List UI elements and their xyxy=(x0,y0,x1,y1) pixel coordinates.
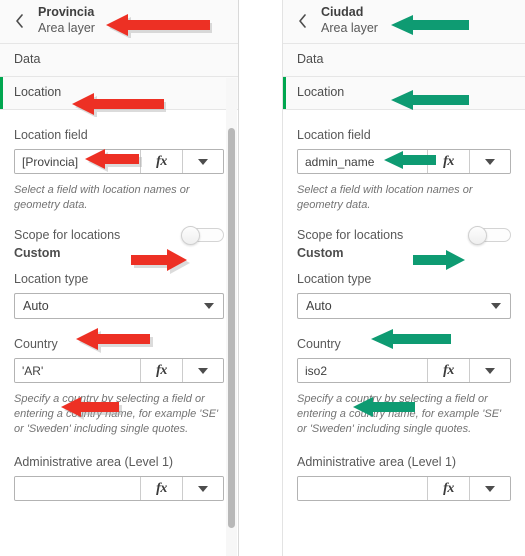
location-field-help-text: Select a field with location names or ge… xyxy=(14,184,190,211)
country-expression-button[interactable]: fx xyxy=(141,359,182,382)
chevron-down-icon xyxy=(198,158,208,165)
country-help-text: Specify a country by selecting a field o… xyxy=(297,393,502,435)
admin-area-expression-button[interactable]: fx xyxy=(141,477,182,500)
country-dropdown-button[interactable] xyxy=(470,359,510,382)
toggle-knob[interactable] xyxy=(468,226,487,245)
admin-area-control: fx xyxy=(14,476,224,501)
location-type-select[interactable]: Auto xyxy=(297,293,511,319)
admin-area-property: Administrative area (Level 1) fx xyxy=(297,437,511,501)
header-titles: Provincia Area layer xyxy=(38,4,95,37)
properties-panel-provincia: Provincia Area layer Data Location Locat… xyxy=(0,0,239,556)
country-input[interactable] xyxy=(15,359,140,382)
scrollbar-thumb[interactable] xyxy=(228,128,235,528)
location-type-property: Location type Auto xyxy=(297,254,511,319)
scope-for-locations-property: Scope for locations Custom xyxy=(297,213,511,260)
location-type-value: Auto xyxy=(23,299,49,313)
location-field-property: Location field fx Select a field with lo… xyxy=(14,110,224,213)
page-subtitle: Area layer xyxy=(321,21,378,35)
location-type-property: Location type Auto xyxy=(14,254,224,319)
chevron-down-icon xyxy=(485,158,495,165)
country-input[interactable] xyxy=(298,359,427,382)
fx-icon: fx xyxy=(156,362,167,378)
admin-area-input[interactable] xyxy=(15,477,140,500)
header-titles: Ciudad Area layer xyxy=(321,4,378,37)
scope-for-locations-property: Scope for locations Custom xyxy=(14,213,224,260)
location-field-dropdown-button[interactable] xyxy=(183,150,223,173)
admin-area-dropdown-button[interactable] xyxy=(470,477,510,500)
page-title: Provincia xyxy=(38,5,95,19)
chevron-down-icon xyxy=(198,367,208,374)
location-field-expression-button[interactable]: fx xyxy=(141,150,182,173)
location-field-label: Location field xyxy=(14,128,88,142)
section-location[interactable]: Location xyxy=(0,77,238,110)
chevron-left-icon xyxy=(15,14,24,28)
chevron-left-icon xyxy=(298,14,307,28)
scope-toggle[interactable] xyxy=(181,226,224,245)
country-label: Country xyxy=(14,337,58,351)
country-expression-button[interactable]: fx xyxy=(428,359,469,382)
admin-area-label: Administrative area (Level 1) xyxy=(14,455,174,469)
admin-area-property: Administrative area (Level 1) fx xyxy=(14,437,224,501)
location-type-label: Location type xyxy=(297,272,372,286)
country-control: fx xyxy=(14,358,224,383)
fx-icon: fx xyxy=(156,153,167,169)
scope-toggle[interactable] xyxy=(468,226,511,245)
panel-header: Provincia Area layer xyxy=(0,0,238,44)
fx-icon: fx xyxy=(443,480,454,496)
page-subtitle: Area layer xyxy=(38,21,95,35)
location-field-control: fx xyxy=(14,149,224,174)
fx-icon: fx xyxy=(443,153,454,169)
admin-area-label: Administrative area (Level 1) xyxy=(297,455,457,469)
location-field-expression-button[interactable]: fx xyxy=(428,150,469,173)
chevron-down-icon xyxy=(485,367,495,374)
panel-body: Location field fx Select a field with lo… xyxy=(0,110,238,501)
country-property: Country fx Specify a country by selectin… xyxy=(297,319,511,437)
location-field-label: Location field xyxy=(297,128,371,142)
location-field-input[interactable] xyxy=(298,150,427,173)
chevron-down-icon xyxy=(485,485,495,492)
country-help-text: Specify a country by selecting a field o… xyxy=(14,393,219,435)
toggle-knob[interactable] xyxy=(181,226,200,245)
fx-icon: fx xyxy=(443,362,454,378)
panel-body: Location field fx Select a field with lo… xyxy=(283,110,525,501)
chevron-down-icon xyxy=(204,303,214,309)
admin-area-dropdown-button[interactable] xyxy=(183,477,223,500)
properties-panel-ciudad: Ciudad Area layer Data Location Location… xyxy=(282,0,525,556)
admin-area-control: fx xyxy=(297,476,511,501)
chevron-down-icon xyxy=(198,485,208,492)
location-field-help-text: Select a field with location names or ge… xyxy=(297,184,473,211)
admin-area-expression-button[interactable]: fx xyxy=(428,477,469,500)
country-label: Country xyxy=(297,337,341,351)
back-button[interactable] xyxy=(293,12,311,30)
location-field-dropdown-button[interactable] xyxy=(470,150,510,173)
section-location-label: Location xyxy=(14,85,62,99)
location-field-control: fx xyxy=(297,149,511,174)
page-title: Ciudad xyxy=(321,5,364,19)
location-field-input[interactable] xyxy=(15,150,140,173)
section-location[interactable]: Location xyxy=(283,77,525,110)
location-type-value: Auto xyxy=(306,299,332,313)
fx-icon: fx xyxy=(156,480,167,496)
panel-separator-gap xyxy=(239,0,282,556)
section-data[interactable]: Data xyxy=(283,44,525,77)
country-property: Country fx Specify a country by selectin… xyxy=(14,319,224,437)
section-data-label: Data xyxy=(14,52,41,66)
panel-scrollbar[interactable] xyxy=(226,78,237,556)
chevron-down-icon xyxy=(491,303,501,309)
section-location-label: Location xyxy=(297,85,345,99)
location-type-label: Location type xyxy=(14,272,89,286)
admin-area-input[interactable] xyxy=(298,477,427,500)
section-data-label: Data xyxy=(297,52,324,66)
panel-header: Ciudad Area layer xyxy=(283,0,525,44)
location-field-property: Location field fx Select a field with lo… xyxy=(297,110,511,213)
country-control: fx xyxy=(297,358,511,383)
country-dropdown-button[interactable] xyxy=(183,359,223,382)
section-data[interactable]: Data xyxy=(0,44,238,77)
location-type-select[interactable]: Auto xyxy=(14,293,224,319)
back-button[interactable] xyxy=(10,12,28,30)
